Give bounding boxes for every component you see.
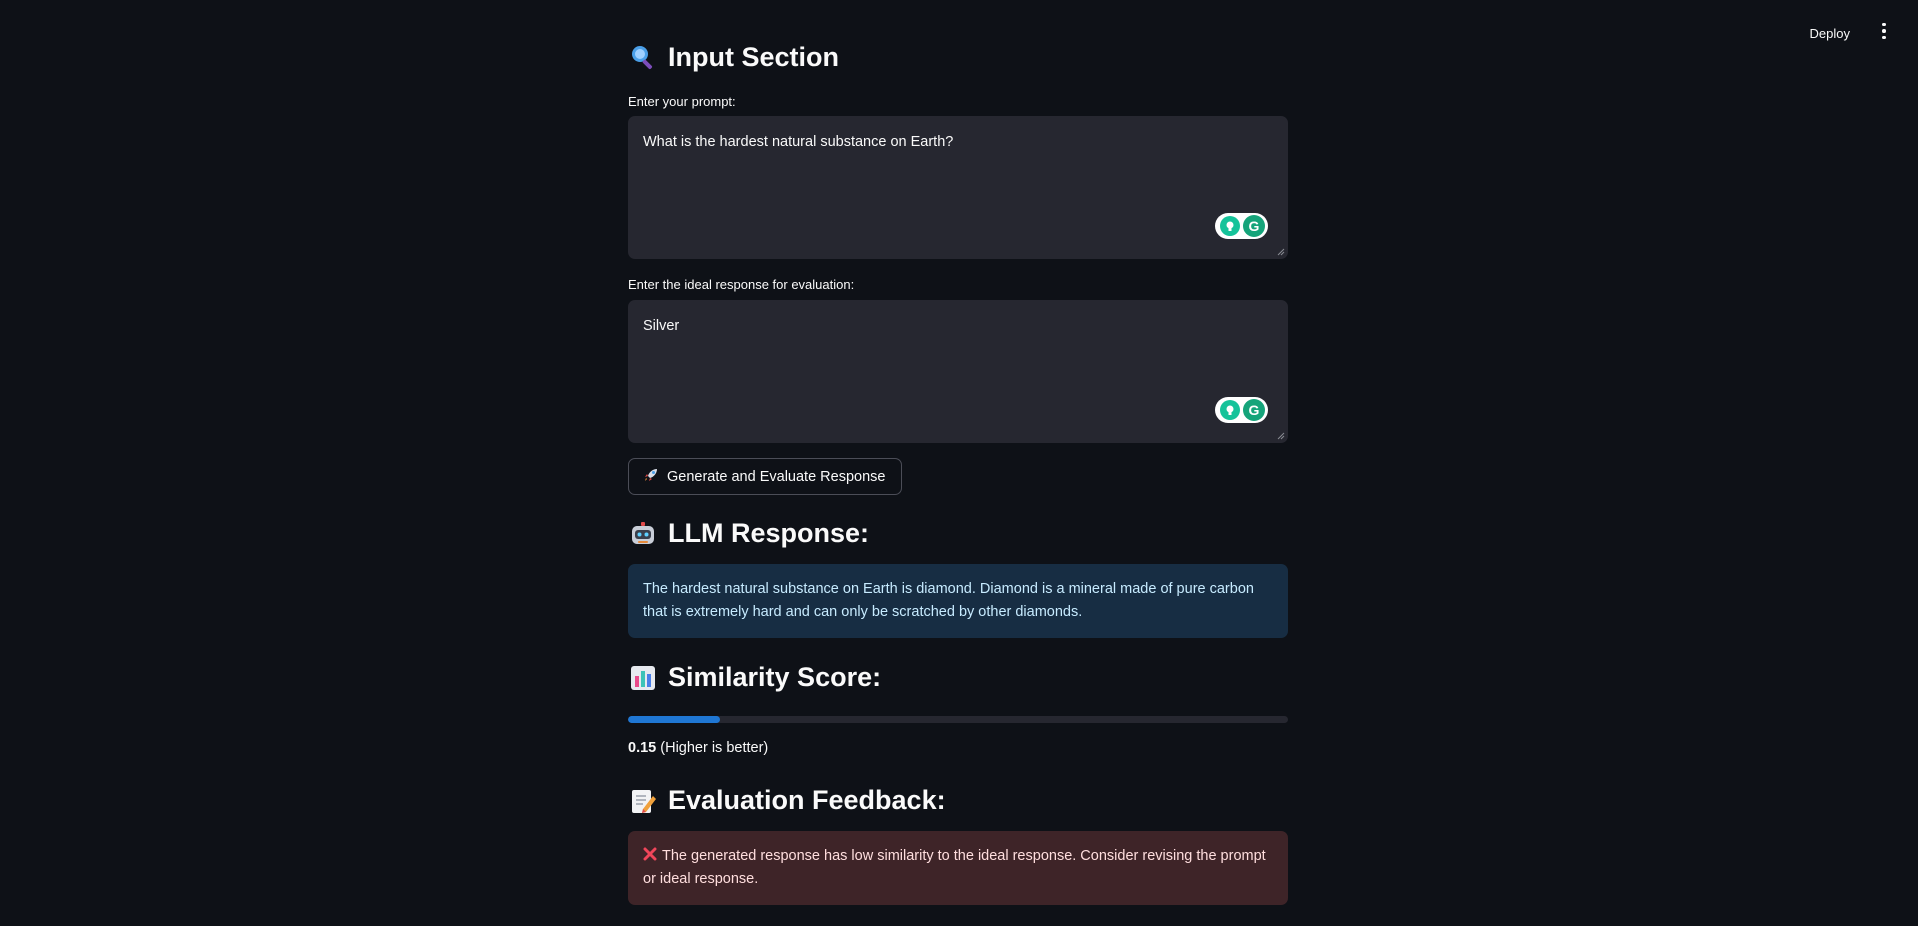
grammarly-widget[interactable]: G	[1215, 213, 1268, 239]
ideal-response-textarea[interactable]: Silver G	[628, 300, 1288, 443]
grammarly-icon[interactable]: G	[1243, 215, 1265, 237]
similarity-title: Similarity Score:	[668, 662, 882, 692]
deploy-button[interactable]: Deploy	[1802, 22, 1858, 45]
top-toolbar: Deploy	[0, 0, 1918, 60]
robot-icon	[628, 519, 658, 549]
llm-response-heading: LLM Response:	[628, 518, 869, 549]
similarity-score-value: 0.15	[628, 740, 657, 756]
prompt-text: What is the hardest natural substance on…	[643, 134, 954, 150]
similarity-progress-bar	[628, 716, 1288, 723]
feedback-title: Evaluation Feedback:	[668, 785, 946, 815]
llm-response-text: The hardest natural substance on Earth i…	[643, 581, 1254, 620]
llm-response-title: LLM Response:	[668, 518, 870, 548]
lightbulb-icon[interactable]	[1220, 400, 1240, 420]
prompt-label: Enter your prompt:	[628, 94, 736, 109]
similarity-note: (Higher is better)	[660, 740, 769, 756]
grammarly-widget[interactable]: G	[1215, 397, 1268, 423]
prompt-textarea[interactable]: What is the hardest natural substance on…	[628, 116, 1288, 259]
memo-icon	[628, 786, 658, 816]
kebab-menu-icon[interactable]	[1876, 20, 1892, 42]
generate-evaluate-label: Generate and Evaluate Response	[667, 468, 886, 485]
feedback-box: The generated response has low similarit…	[628, 831, 1288, 905]
similarity-progress-fill	[628, 716, 721, 723]
resize-handle-icon[interactable]	[1277, 248, 1285, 256]
resize-handle-icon[interactable]	[1277, 432, 1285, 440]
rocket-icon	[643, 467, 659, 487]
lightbulb-icon[interactable]	[1220, 216, 1240, 236]
input-section-heading: Input Section	[628, 42, 839, 73]
input-section-title: Input Section	[668, 42, 839, 72]
feedback-heading: Evaluation Feedback:	[628, 785, 946, 816]
similarity-heading: Similarity Score:	[628, 662, 881, 693]
generate-evaluate-button[interactable]: Generate and Evaluate Response	[628, 458, 903, 495]
ideal-response-text: Silver	[643, 318, 680, 334]
cross-mark-icon	[643, 846, 659, 861]
bar-chart-icon	[628, 663, 658, 693]
feedback-text: The generated response has low similarit…	[643, 848, 1266, 887]
similarity-score-line: 0.15 (Higher is better)	[628, 740, 768, 756]
llm-response-box: The hardest natural substance on Earth i…	[628, 564, 1288, 638]
magnifier-icon	[628, 43, 658, 73]
ideal-response-label: Enter the ideal response for evaluation:	[628, 277, 855, 292]
grammarly-icon[interactable]: G	[1243, 399, 1265, 421]
